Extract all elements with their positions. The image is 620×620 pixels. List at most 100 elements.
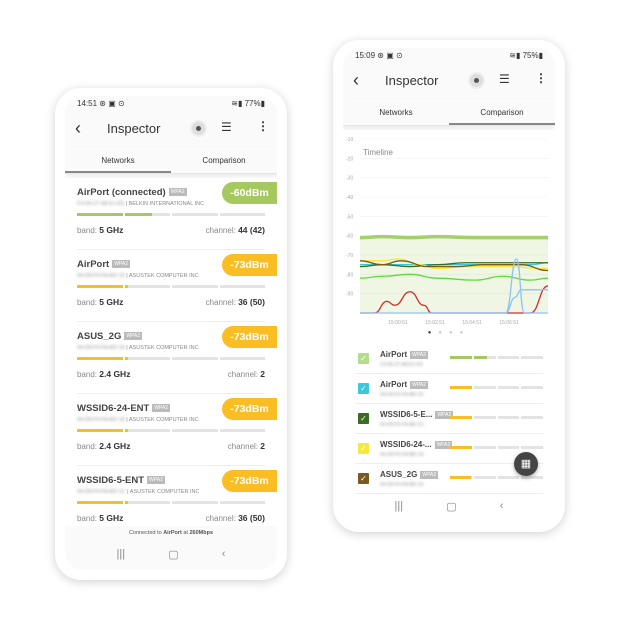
- network-item[interactable]: ASUS_2G WPA2 04:D9:F5:FA:BD:19 | ASUSTEK …: [77, 322, 277, 394]
- security-badge: WPA2: [168, 188, 187, 197]
- tab-comparison[interactable]: Comparison: [449, 100, 555, 125]
- home-icon[interactable]: ▢: [168, 548, 178, 564]
- grid-view-button[interactable]: ▦: [514, 452, 538, 476]
- band-value: 5 GHz: [99, 297, 124, 307]
- connection-status: Connected to AirPort at 260Mbps: [65, 530, 277, 536]
- mac-address: 04:D9:F5:FA:BD:19: [380, 482, 424, 488]
- network-item[interactable]: AirPort WPA2 04:D9:F5:FA:BD:10 | ASUSTEK …: [77, 250, 277, 322]
- signal-segment: [124, 213, 170, 216]
- signal-segment: [172, 285, 218, 288]
- system-nav: ||| ▢ ‹: [343, 500, 555, 516]
- comparison-item[interactable]: ✓ AirPort WPA2 C0:56:27:A8:E1:E5: [355, 344, 543, 374]
- comparison-item[interactable]: ✓ AirPort WPA2 04:D9:F5:FA:BD:10: [355, 374, 543, 404]
- channel-value: 44 (42): [238, 225, 265, 235]
- signal-segment: [521, 416, 543, 419]
- comparison-screen: 15:09 ⊛ ▣ ⊙ ≋▮ 75%▮ ‹ Inspector ☰ ⋮ Netw…: [343, 48, 555, 522]
- footer-ssid: AirPort: [163, 530, 182, 536]
- network-name: AirPort: [380, 350, 408, 359]
- signal-segment: [497, 476, 520, 479]
- tab-bar: Networks Comparison: [65, 148, 277, 174]
- signal-bar: [77, 429, 265, 432]
- signal-bar: [450, 356, 543, 359]
- checkbox[interactable]: ✓: [358, 473, 369, 484]
- recents-icon[interactable]: |||: [117, 548, 126, 564]
- pager-dot[interactable]: ●: [438, 330, 449, 336]
- signal-segment: [473, 416, 496, 419]
- signal-segment: [521, 386, 543, 389]
- comparison-item[interactable]: ✓ WSSID6-5-E... WPA2 04:D9:F5:FA:BD:1C: [355, 404, 543, 434]
- tab-comparison[interactable]: Comparison: [171, 148, 277, 173]
- record-button[interactable]: [192, 122, 205, 135]
- x-tick-label: 15:06:51: [499, 320, 519, 326]
- filter-icon[interactable]: ☰: [221, 120, 232, 134]
- recents-icon[interactable]: |||: [395, 500, 404, 516]
- network-item[interactable]: WSSID6-5-ENT WPA2 04:D9:F5:FA:BD:1C | ASU…: [77, 466, 277, 526]
- y-tick-label: -20: [346, 156, 353, 162]
- network-name: AirPort: [77, 259, 110, 270]
- signal-segment: [124, 429, 170, 432]
- network-item[interactable]: AirPort (connected) WPA2 C0:56:27:A8:E1:E…: [77, 178, 277, 250]
- security-badge: WPA2: [147, 476, 165, 485]
- security-badge: WPA2: [124, 332, 143, 341]
- vendor: | BELKIN INTERNATIONAL INC: [125, 201, 205, 207]
- status-time: 14:51: [77, 99, 98, 108]
- signal-badge: -73dBm: [222, 398, 277, 420]
- signal-segment: [497, 386, 520, 389]
- y-tick-label: -10: [346, 137, 353, 143]
- signal-segment: [172, 429, 218, 432]
- timeline-chart[interactable]: -10 -20 -30 -40 -50 -60 -70 -80 -90 15:00:51 15:02…: [343, 130, 555, 330]
- tab-networks[interactable]: Networks: [65, 148, 171, 173]
- pager-dots[interactable]: ●●●●: [343, 330, 555, 336]
- signal-segment: [497, 416, 520, 419]
- y-tick-label: -50: [346, 214, 353, 220]
- app-bar: ‹ Inspector ☰ ⋮: [343, 66, 555, 96]
- checkbox[interactable]: ✓: [358, 353, 369, 364]
- back-icon[interactable]: ‹: [353, 70, 359, 91]
- record-button[interactable]: [470, 74, 483, 87]
- signal-segment: [521, 356, 543, 359]
- checkbox[interactable]: ✓: [358, 443, 369, 454]
- signal-segment: [77, 501, 123, 504]
- signal-segment: [172, 213, 218, 216]
- y-tick-label: -30: [346, 176, 353, 182]
- more-options-icon[interactable]: ⋮: [535, 71, 547, 85]
- mac-address: 04:D9:F5:FA:BD:10: [77, 273, 125, 279]
- status-icons: ⊛ ▣ ⊙: [377, 51, 403, 60]
- mac-address: C0:56:27:A8:E1:E5: [77, 201, 125, 207]
- checkbox[interactable]: ✓: [358, 413, 369, 424]
- signal-segment: [77, 285, 123, 288]
- network-name: WSSID6-5-ENT: [77, 475, 145, 486]
- x-tick-label: 15:04:51: [462, 320, 482, 326]
- vendor: | ASUSTEK COMPUTER INC: [126, 273, 199, 279]
- network-list[interactable]: AirPort (connected) WPA2 C0:56:27:A8:E1:E…: [65, 178, 277, 526]
- channel-label: channel:: [227, 442, 259, 451]
- tab-networks[interactable]: Networks: [343, 100, 449, 125]
- filter-icon[interactable]: ☰: [499, 72, 510, 86]
- back-icon[interactable]: ‹: [75, 118, 81, 139]
- signal-segment: [497, 446, 520, 449]
- signal-segment: [473, 356, 496, 359]
- mac-address: 04:D9:F5:FA:BD:1C: [77, 489, 126, 495]
- status-bar: 14:51 ⊛ ▣ ⊙ ≋▮ 77%▮: [77, 99, 265, 108]
- security-badge: WPA2: [410, 350, 428, 359]
- signal-segment: [450, 446, 472, 449]
- signal-segment: [219, 429, 265, 432]
- band-value: 5 GHz: [99, 225, 124, 235]
- vendor: | ASUSTEK COMPUTER INC: [126, 345, 199, 351]
- checkbox[interactable]: ✓: [358, 383, 369, 394]
- x-tick-label: 15:02:51: [425, 320, 445, 326]
- pager-dot[interactable]: ●: [460, 330, 471, 336]
- home-icon[interactable]: ▢: [446, 500, 456, 516]
- signal-segment: [450, 416, 472, 419]
- pager-dot[interactable]: ●: [449, 330, 460, 336]
- status-icons: ⊛ ▣ ⊙: [99, 99, 125, 108]
- y-tick-label: -40: [346, 195, 353, 201]
- pager-dot[interactable]: ●: [428, 330, 439, 336]
- network-item[interactable]: WSSID6-24-ENT WPA2 04:D9:F5:FA:BD:18 | AS…: [77, 394, 277, 466]
- signal-badge: -60dBm: [222, 182, 277, 204]
- system-nav: ||| ▢ ‹: [65, 548, 277, 564]
- more-options-icon[interactable]: ⋮: [257, 119, 269, 133]
- battery-icon: ▮: [538, 51, 543, 60]
- nav-back-icon[interactable]: ‹: [222, 548, 226, 564]
- nav-back-icon[interactable]: ‹: [500, 500, 504, 516]
